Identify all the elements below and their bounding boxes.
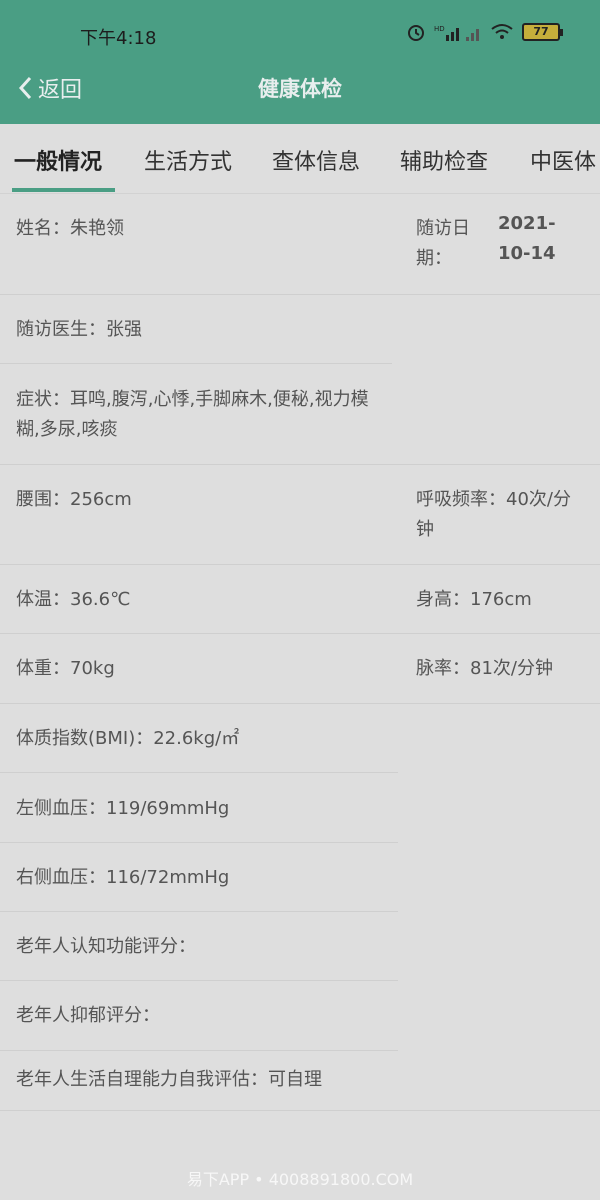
field-weight: 体重：70kg: [16, 658, 115, 679]
app-header: 下午4:18 HD 77 返回 健康体检: [0, 0, 600, 124]
battery-icon: 77: [522, 23, 563, 41]
tab-auxiliary-exam[interactable]: 辅助检查: [400, 144, 488, 176]
divider: [0, 363, 392, 364]
signal-icon: HD: [434, 25, 479, 41]
divider: [0, 294, 600, 295]
field-cognitive-score: 老年人认知功能评分：: [16, 936, 196, 957]
field-bmi: 体质指数(BMI)：22.6kg/㎡: [16, 728, 240, 749]
field-bp-right: 右侧血压：116/72mmHg: [16, 867, 230, 888]
divider: [0, 1050, 398, 1051]
field-temperature: 体温：36.6℃: [16, 589, 131, 610]
field-visit-date-label: 随访日期：: [416, 218, 470, 269]
active-tab-indicator: [12, 188, 115, 192]
divider: [0, 911, 398, 912]
divider: [0, 464, 600, 465]
field-pulse: 脉率：81次/分钟: [416, 658, 553, 679]
status-icons: HD 77: [406, 22, 563, 42]
page-title: 健康体检: [258, 77, 342, 101]
field-bp-left: 左侧血压：119/69mmHg: [16, 798, 230, 819]
tab-bar: 一般情况 生活方式 查体信息 辅助检查 中医体: [0, 124, 600, 194]
field-height: 身高：176cm: [416, 589, 532, 610]
tab-lifestyle[interactable]: 生活方式: [144, 144, 232, 176]
divider: [0, 633, 600, 634]
field-depression-score: 老年人抑郁评分：: [16, 1005, 160, 1026]
divider: [0, 772, 398, 773]
field-breath: 呼吸频率：40次/分钟: [416, 489, 571, 540]
divider: [0, 703, 600, 704]
field-self-care: 老年人生活自理能力自我评估：可自理: [16, 1069, 322, 1090]
svg-text:HD: HD: [434, 25, 445, 33]
divider: [0, 842, 398, 843]
tab-general[interactable]: 一般情况: [14, 144, 102, 176]
divider: [0, 564, 600, 565]
alarm-icon: [408, 25, 424, 41]
field-symptoms: 症状：耳鸣,腹泻,心悸,手脚麻木,便秘,视力模糊,多尿,咳痰: [16, 389, 369, 440]
field-name: 姓名：朱艳领: [16, 218, 124, 239]
divider: [0, 980, 398, 981]
status-time: 下午4:18: [80, 28, 157, 49]
wifi-icon: [491, 24, 513, 39]
tab-tcm[interactable]: 中医体: [530, 144, 596, 176]
field-doctor: 随访医生：张强: [16, 319, 142, 340]
field-waist: 腰围：256cm: [16, 489, 132, 510]
watermark: 易下APP • 4008891800.COM: [186, 1170, 414, 1189]
divider: [0, 1110, 600, 1111]
tab-physical-exam[interactable]: 查体信息: [272, 144, 360, 176]
field-visit-date-value: 2021-10-14: [498, 213, 556, 264]
